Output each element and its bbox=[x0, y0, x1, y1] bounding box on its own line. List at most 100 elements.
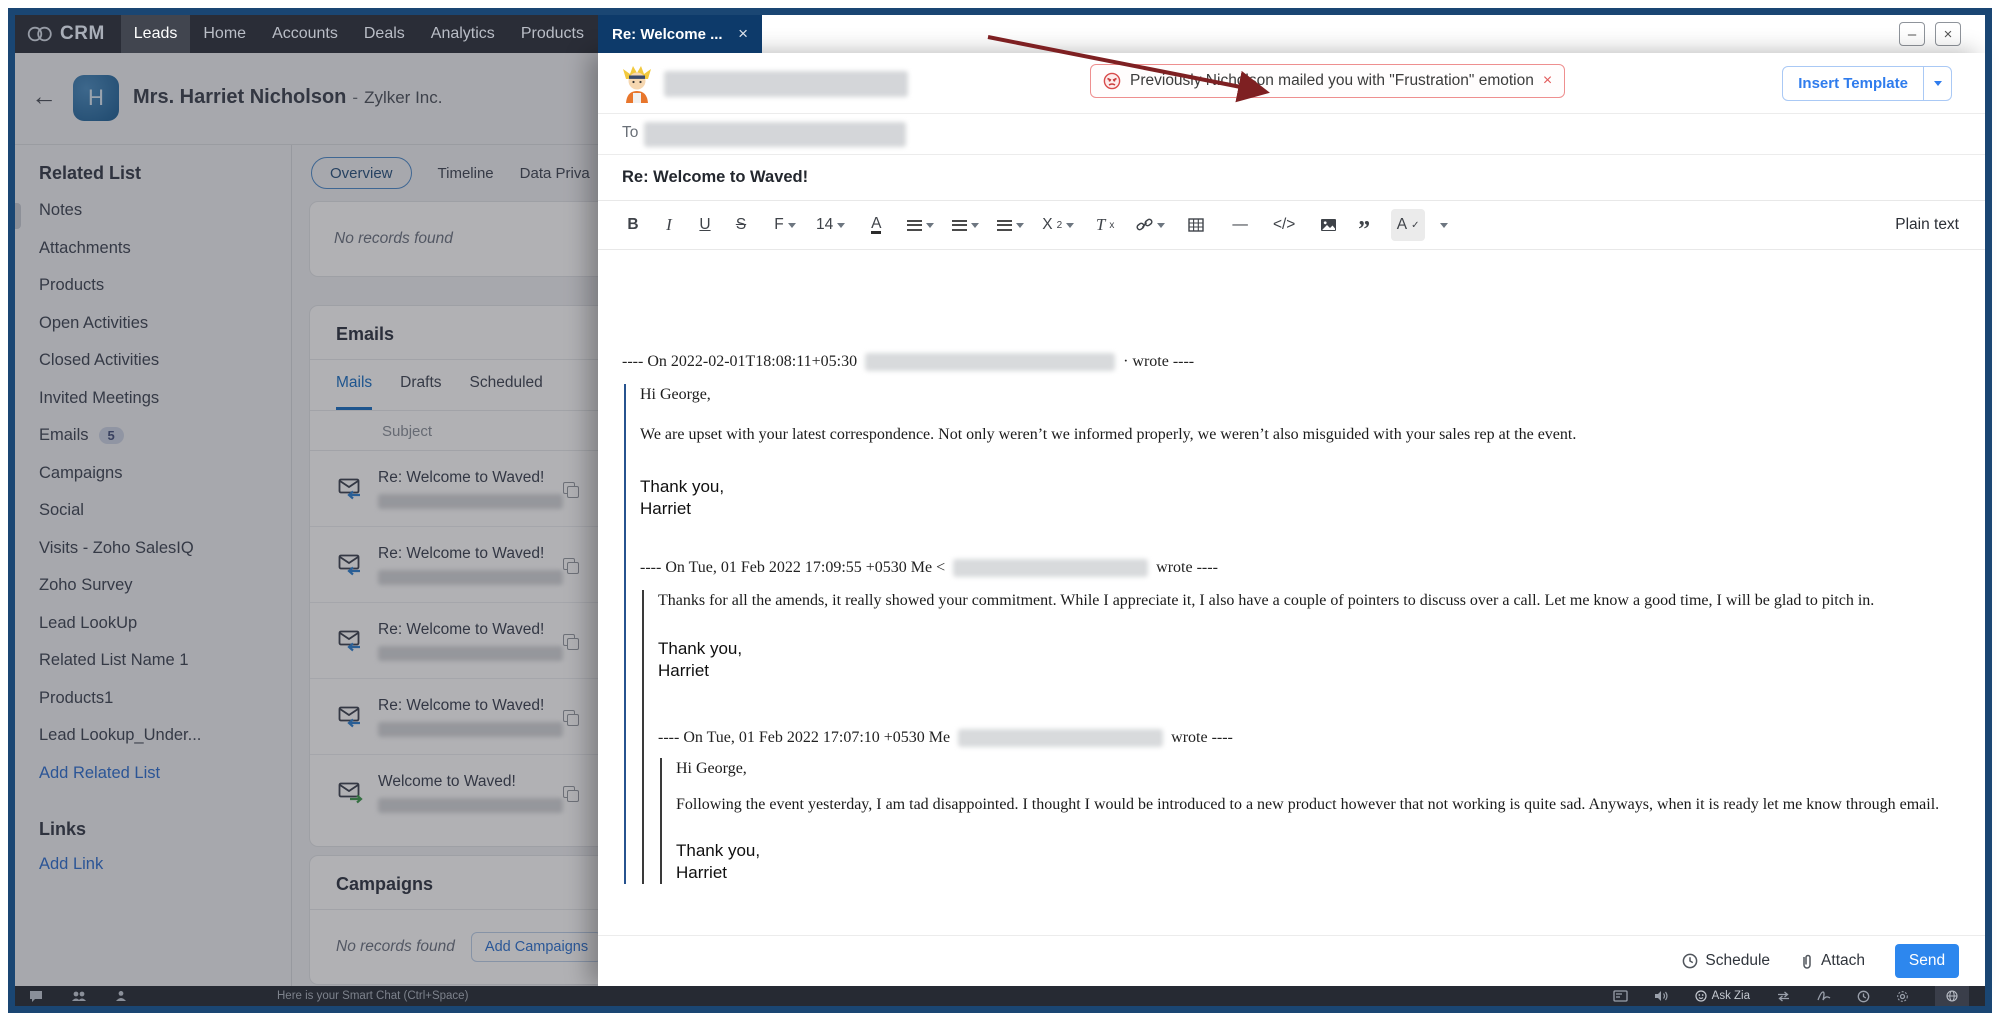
bullet-list-icon bbox=[997, 220, 1012, 231]
email-row[interactable]: Re: Welcome to Waved! bbox=[310, 451, 598, 527]
tab-timeline[interactable]: Timeline bbox=[438, 165, 494, 182]
horizontal-rule-button[interactable]: — bbox=[1223, 209, 1257, 241]
quoted-block-1: Hi George, We are upset with your latest… bbox=[624, 384, 1961, 884]
console-icon[interactable] bbox=[1613, 990, 1628, 1002]
send-button[interactable]: Send bbox=[1895, 944, 1959, 978]
history-icon[interactable] bbox=[1857, 990, 1870, 1003]
speaker-icon[interactable] bbox=[1654, 990, 1669, 1002]
tab-mails[interactable]: Mails bbox=[336, 374, 372, 410]
subject-field[interactable]: Re: Welcome to Waved! bbox=[598, 154, 1985, 200]
align-dropdown[interactable] bbox=[903, 209, 938, 241]
redacted-sender bbox=[378, 798, 563, 813]
chevron-down-icon bbox=[1934, 81, 1942, 86]
compose-tab-close-icon[interactable]: × bbox=[738, 24, 748, 44]
add-link-link[interactable]: Add Link bbox=[39, 846, 291, 884]
insert-link-dropdown[interactable] bbox=[1132, 209, 1169, 241]
redacted-address bbox=[865, 353, 1115, 371]
sidebar-item-social[interactable]: Social bbox=[39, 492, 291, 530]
alert-close-icon[interactable]: × bbox=[1543, 72, 1552, 90]
email-row[interactable]: Re: Welcome to Waved! bbox=[310, 603, 598, 679]
close-window-button[interactable]: × bbox=[1935, 22, 1961, 46]
nav-item-accounts[interactable]: Accounts bbox=[259, 15, 351, 53]
greeting: Hi George, bbox=[676, 758, 1961, 780]
empty-records-card: No records found bbox=[309, 201, 598, 277]
insert-template-dropdown[interactable] bbox=[1923, 67, 1951, 100]
copy-icon[interactable] bbox=[563, 710, 568, 724]
font-size-dropdown[interactable]: 14 bbox=[812, 209, 849, 241]
greeting: Hi George, bbox=[640, 384, 1961, 406]
nav-item-deals[interactable]: Deals bbox=[351, 15, 418, 53]
email-row[interactable]: Welcome to Waved! bbox=[310, 755, 598, 830]
sidebar-item-open-activities[interactable]: Open Activities bbox=[39, 305, 291, 343]
add-related-list-link[interactable]: Add Related List bbox=[39, 755, 291, 793]
insert-image-button[interactable] bbox=[1311, 209, 1345, 241]
network-tile[interactable] bbox=[1935, 986, 1969, 1006]
font-color-button[interactable]: A bbox=[859, 209, 893, 241]
chat-icon[interactable] bbox=[29, 990, 43, 1003]
zoho-crm-logo[interactable]: CRM bbox=[15, 23, 121, 45]
sidebar-item-products[interactable]: Products bbox=[39, 267, 291, 305]
back-arrow-icon[interactable]: ← bbox=[31, 81, 57, 112]
sidebar-item-emails[interactable]: Emails5 bbox=[39, 417, 291, 455]
sidebar-item-lead-lookup[interactable]: Lead LookUp bbox=[39, 605, 291, 643]
tab-scheduled[interactable]: Scheduled bbox=[470, 374, 543, 410]
spellcheck-dropdown[interactable] bbox=[1427, 209, 1461, 241]
sender-avatar bbox=[620, 65, 654, 103]
swap-icon[interactable] bbox=[1776, 991, 1791, 1002]
clear-format-button[interactable]: Tx bbox=[1088, 209, 1122, 241]
sidebar-collapse-handle[interactable] bbox=[15, 203, 21, 229]
nav-item-products[interactable]: Products bbox=[508, 15, 597, 53]
sidebar-item-lead-lookup-under[interactable]: Lead Lookup_Under... bbox=[39, 717, 291, 755]
copy-icon[interactable] bbox=[563, 634, 568, 648]
smart-chat-hint[interactable]: Here is your Smart Chat (Ctrl+Space) bbox=[277, 990, 468, 1002]
minimize-button[interactable]: – bbox=[1899, 22, 1925, 46]
sidebar-item-attachments[interactable]: Attachments bbox=[39, 230, 291, 268]
tab-data-privacy[interactable]: Data Priva bbox=[520, 165, 590, 182]
italic-button[interactable]: I bbox=[652, 209, 686, 241]
sidebar-item-products1[interactable]: Products1 bbox=[39, 680, 291, 718]
email-row[interactable]: Re: Welcome to Waved! bbox=[310, 679, 598, 755]
attach-button[interactable]: Attach bbox=[1800, 952, 1865, 970]
zoho-logo-icon bbox=[27, 26, 53, 42]
schedule-button[interactable]: Schedule bbox=[1682, 952, 1770, 970]
copy-icon[interactable] bbox=[563, 786, 568, 800]
spellcheck-button[interactable]: A✓ bbox=[1391, 209, 1425, 241]
to-row[interactable]: To bbox=[598, 113, 1985, 154]
strikethrough-button[interactable]: S bbox=[724, 209, 758, 241]
add-campaigns-button[interactable]: Add Campaigns bbox=[471, 932, 598, 962]
code-view-button[interactable]: </> bbox=[1267, 209, 1301, 241]
copy-icon[interactable] bbox=[563, 558, 568, 572]
sidebar-item-zoho-survey[interactable]: Zoho Survey bbox=[39, 567, 291, 605]
ask-zia[interactable]: Ask Zia bbox=[1695, 990, 1750, 1002]
superscript-dropdown[interactable]: X2 bbox=[1038, 209, 1078, 241]
sidebar-item-closed-activities[interactable]: Closed Activities bbox=[39, 342, 291, 380]
titlebar-strip: – × bbox=[762, 15, 1985, 53]
copy-icon[interactable] bbox=[563, 482, 568, 496]
plain-text-toggle[interactable]: Plain text bbox=[1895, 216, 1959, 234]
nav-item-leads[interactable]: Leads bbox=[121, 15, 191, 53]
nav-item-analytics[interactable]: Analytics bbox=[418, 15, 508, 53]
font-family-dropdown[interactable]: F bbox=[768, 209, 802, 241]
email-body-editor[interactable]: ---- On 2022-02-01T18:08:11+05:30 · wrot… bbox=[598, 250, 1985, 939]
tab-overview[interactable]: Overview bbox=[311, 157, 412, 189]
email-row[interactable]: Re: Welcome to Waved! bbox=[310, 527, 598, 603]
settings-icon[interactable] bbox=[1896, 990, 1909, 1003]
user-icon[interactable] bbox=[115, 990, 127, 1002]
insert-template-button[interactable]: Insert Template bbox=[1783, 67, 1923, 100]
sidebar-item-visits-zoho-salesiq[interactable]: Visits - Zoho SalesIQ bbox=[39, 530, 291, 568]
tab-drafts[interactable]: Drafts bbox=[400, 374, 441, 410]
nav-item-home[interactable]: Home bbox=[190, 15, 259, 53]
underline-button[interactable]: U bbox=[688, 209, 722, 241]
sidebar-item-invited-meetings[interactable]: Invited Meetings bbox=[39, 380, 291, 418]
ordered-list-dropdown[interactable] bbox=[948, 209, 983, 241]
signature-icon[interactable] bbox=[1817, 990, 1831, 1002]
bold-button[interactable]: B bbox=[616, 209, 650, 241]
compose-email-tab[interactable]: Re: Welcome ... × bbox=[598, 15, 762, 53]
insert-table-button[interactable] bbox=[1179, 209, 1213, 241]
sidebar-item-notes[interactable]: Notes bbox=[39, 192, 291, 230]
indent-list-dropdown[interactable] bbox=[993, 209, 1028, 241]
contacts-icon[interactable] bbox=[71, 990, 87, 1002]
sidebar-item-related-list-name-1[interactable]: Related List Name 1 bbox=[39, 642, 291, 680]
sidebar-item-campaigns[interactable]: Campaigns bbox=[39, 455, 291, 493]
blockquote-button[interactable]: ” bbox=[1347, 204, 1381, 246]
